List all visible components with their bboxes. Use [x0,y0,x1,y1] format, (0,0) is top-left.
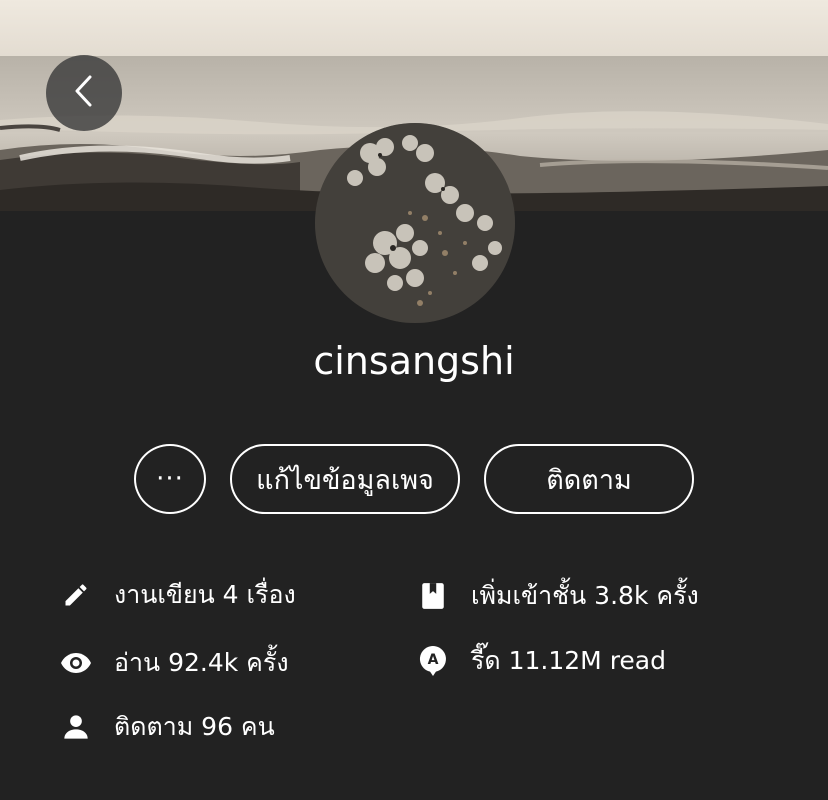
stat-works: งานเขียน 4 เรื่อง [60,575,296,615]
bookmark-book-icon [417,580,449,612]
person-icon [60,711,92,743]
avatar[interactable] [315,123,515,323]
chevron-left-icon [72,73,96,113]
eye-icon [60,647,92,679]
stat-reeds-text: รี๊ด 11.12M read [471,646,666,675]
more-options-button[interactable]: ··· [134,444,206,514]
stat-works-text: งานเขียน 4 เรื่อง [114,580,296,609]
edit-page-button[interactable]: แก้ไขข้อมูลเพจ [230,444,460,514]
follow-button[interactable]: ติดตาม [484,444,694,514]
stat-library-text: เพิ่มเข้าชั้น 3.8k ครั้ง [471,581,699,610]
more-dots-icon: ··· [156,464,184,494]
stat-reads: อ่าน 92.4k ครั้ง [60,643,289,683]
stat-reeds: A รี๊ด 11.12M read [417,641,666,681]
back-button[interactable] [46,55,122,131]
stat-reads-text: อ่าน 92.4k ครั้ง [114,648,289,677]
username: cinsangshi [313,339,515,383]
reed-badge-icon: A [417,645,449,677]
stat-followers-text: ติดตาม 96 คน [114,712,275,741]
stat-followers: ติดตาม 96 คน [60,707,275,747]
pencil-icon [60,579,92,611]
svg-text:A: A [428,652,439,668]
stat-library: เพิ่มเข้าชั้น 3.8k ครั้ง [417,576,699,616]
